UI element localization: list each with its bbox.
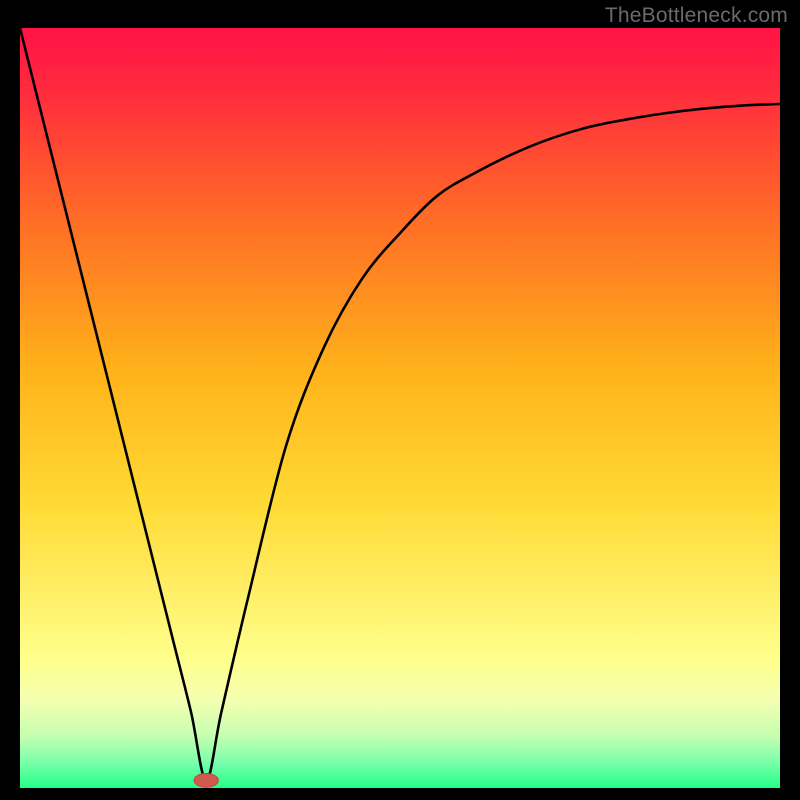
watermark-text: TheBottleneck.com xyxy=(605,4,788,28)
bottleneck-chart xyxy=(20,28,780,788)
chart-frame xyxy=(20,28,780,788)
gradient-background xyxy=(20,28,780,788)
minimum-marker xyxy=(194,774,218,788)
